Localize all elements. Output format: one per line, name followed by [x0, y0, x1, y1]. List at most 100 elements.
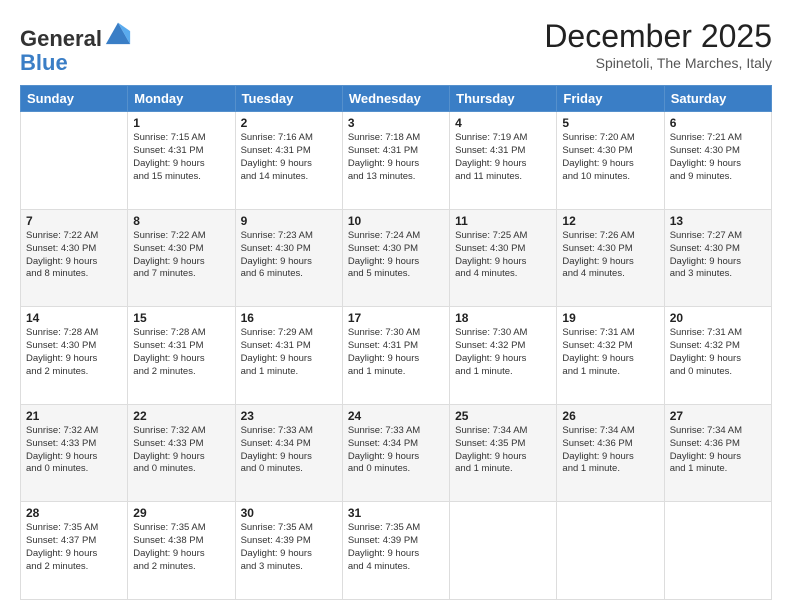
day-cell: 30Sunrise: 7:35 AM Sunset: 4:39 PM Dayli… [235, 502, 342, 600]
calendar-body: 1Sunrise: 7:15 AM Sunset: 4:31 PM Daylig… [21, 112, 772, 600]
day-info: Sunrise: 7:35 AM Sunset: 4:37 PM Dayligh… [26, 522, 122, 573]
day-info: Sunrise: 7:34 AM Sunset: 4:36 PM Dayligh… [562, 425, 658, 476]
day-info: Sunrise: 7:34 AM Sunset: 4:36 PM Dayligh… [670, 425, 766, 476]
day-info: Sunrise: 7:20 AM Sunset: 4:30 PM Dayligh… [562, 132, 658, 183]
day-info: Sunrise: 7:30 AM Sunset: 4:31 PM Dayligh… [348, 327, 444, 378]
day-info: Sunrise: 7:23 AM Sunset: 4:30 PM Dayligh… [241, 230, 337, 281]
title-block: December 2025 Spinetoli, The Marches, It… [544, 18, 772, 71]
day-info: Sunrise: 7:22 AM Sunset: 4:30 PM Dayligh… [26, 230, 122, 281]
day-number: 15 [133, 311, 229, 325]
day-cell: 17Sunrise: 7:30 AM Sunset: 4:31 PM Dayli… [342, 307, 449, 405]
day-number: 4 [455, 116, 551, 130]
logo-general: General [20, 26, 102, 51]
day-cell: 5 Sunrise: 7:20 AM Sunset: 4:30 PM Daylig… [557, 112, 664, 210]
day-cell: 15 Sunrise: 7:28 AM Sunset: 4:31 PM Dayli… [128, 307, 235, 405]
day-number: 12 [562, 214, 658, 228]
day-number: 6 [670, 116, 766, 130]
day-cell: 31Sunrise: 7:35 AM Sunset: 4:39 PM Dayli… [342, 502, 449, 600]
day-number: 10 [348, 214, 444, 228]
header-day-saturday: Saturday [664, 86, 771, 112]
month-title: December 2025 [544, 18, 772, 55]
day-cell: 28 Sunrise: 7:35 AM Sunset: 4:37 PM Dayli… [21, 502, 128, 600]
day-info: Sunrise: 7:19 AM Sunset: 4:31 PM Dayligh… [455, 132, 551, 183]
day-cell: 10 Sunrise: 7:24 AM Sunset: 4:30 PM Dayli… [342, 209, 449, 307]
week-row-0: 1Sunrise: 7:15 AM Sunset: 4:31 PM Daylig… [21, 112, 772, 210]
day-number: 28 [26, 506, 122, 520]
header-day-thursday: Thursday [450, 86, 557, 112]
day-cell [450, 502, 557, 600]
day-info: Sunrise: 7:24 AM Sunset: 4:30 PM Dayligh… [348, 230, 444, 281]
day-number: 21 [26, 409, 122, 423]
day-cell: 3Sunrise: 7:18 AM Sunset: 4:31 PM Daylig… [342, 112, 449, 210]
day-cell: 24 Sunrise: 7:33 AM Sunset: 4:34 PM Dayli… [342, 404, 449, 502]
day-number: 22 [133, 409, 229, 423]
week-row-3: 21 Sunrise: 7:32 AM Sunset: 4:33 PM Dayli… [21, 404, 772, 502]
day-number: 11 [455, 214, 551, 228]
day-cell: 19 Sunrise: 7:31 AM Sunset: 4:32 PM Dayli… [557, 307, 664, 405]
day-info: Sunrise: 7:21 AM Sunset: 4:30 PM Dayligh… [670, 132, 766, 183]
header-day-monday: Monday [128, 86, 235, 112]
day-number: 23 [241, 409, 337, 423]
day-cell [664, 502, 771, 600]
day-cell: 12Sunrise: 7:26 AM Sunset: 4:30 PM Dayli… [557, 209, 664, 307]
day-cell: 16 Sunrise: 7:29 AM Sunset: 4:31 PM Dayli… [235, 307, 342, 405]
day-cell: 7 Sunrise: 7:22 AM Sunset: 4:30 PM Daylig… [21, 209, 128, 307]
day-cell: 11 Sunrise: 7:25 AM Sunset: 4:30 PM Dayli… [450, 209, 557, 307]
day-info: Sunrise: 7:16 AM Sunset: 4:31 PM Dayligh… [241, 132, 337, 183]
calendar-header: SundayMondayTuesdayWednesdayThursdayFrid… [21, 86, 772, 112]
day-cell [21, 112, 128, 210]
logo-text: General Blue [20, 18, 132, 75]
header: General Blue December 2025 Spinetoli, Th… [20, 18, 772, 75]
day-info: Sunrise: 7:25 AM Sunset: 4:30 PM Dayligh… [455, 230, 551, 281]
header-day-friday: Friday [557, 86, 664, 112]
day-cell: 4 Sunrise: 7:19 AM Sunset: 4:31 PM Daylig… [450, 112, 557, 210]
day-number: 1 [133, 116, 229, 130]
day-number: 2 [241, 116, 337, 130]
day-info: Sunrise: 7:22 AM Sunset: 4:30 PM Dayligh… [133, 230, 229, 281]
day-info: Sunrise: 7:32 AM Sunset: 4:33 PM Dayligh… [26, 425, 122, 476]
day-number: 18 [455, 311, 551, 325]
header-row: SundayMondayTuesdayWednesdayThursdayFrid… [21, 86, 772, 112]
day-cell: 27Sunrise: 7:34 AM Sunset: 4:36 PM Dayli… [664, 404, 771, 502]
day-info: Sunrise: 7:35 AM Sunset: 4:38 PM Dayligh… [133, 522, 229, 573]
location-subtitle: Spinetoli, The Marches, Italy [544, 55, 772, 71]
day-info: Sunrise: 7:28 AM Sunset: 4:31 PM Dayligh… [133, 327, 229, 378]
day-info: Sunrise: 7:30 AM Sunset: 4:32 PM Dayligh… [455, 327, 551, 378]
header-day-sunday: Sunday [21, 86, 128, 112]
day-info: Sunrise: 7:32 AM Sunset: 4:33 PM Dayligh… [133, 425, 229, 476]
day-info: Sunrise: 7:29 AM Sunset: 4:31 PM Dayligh… [241, 327, 337, 378]
day-cell: 18 Sunrise: 7:30 AM Sunset: 4:32 PM Dayli… [450, 307, 557, 405]
day-number: 25 [455, 409, 551, 423]
day-cell: 13 Sunrise: 7:27 AM Sunset: 4:30 PM Dayli… [664, 209, 771, 307]
header-day-wednesday: Wednesday [342, 86, 449, 112]
day-cell: 1Sunrise: 7:15 AM Sunset: 4:31 PM Daylig… [128, 112, 235, 210]
day-number: 20 [670, 311, 766, 325]
day-number: 9 [241, 214, 337, 228]
day-cell: 9 Sunrise: 7:23 AM Sunset: 4:30 PM Daylig… [235, 209, 342, 307]
day-number: 16 [241, 311, 337, 325]
day-cell: 22 Sunrise: 7:32 AM Sunset: 4:33 PM Dayli… [128, 404, 235, 502]
day-number: 7 [26, 214, 122, 228]
day-number: 3 [348, 116, 444, 130]
day-number: 13 [670, 214, 766, 228]
day-cell: 6 Sunrise: 7:21 AM Sunset: 4:30 PM Daylig… [664, 112, 771, 210]
page: General Blue December 2025 Spinetoli, Th… [0, 0, 792, 612]
day-info: Sunrise: 7:34 AM Sunset: 4:35 PM Dayligh… [455, 425, 551, 476]
day-number: 14 [26, 311, 122, 325]
day-cell: 2 Sunrise: 7:16 AM Sunset: 4:31 PM Daylig… [235, 112, 342, 210]
day-number: 29 [133, 506, 229, 520]
day-number: 24 [348, 409, 444, 423]
day-info: Sunrise: 7:27 AM Sunset: 4:30 PM Dayligh… [670, 230, 766, 281]
day-info: Sunrise: 7:33 AM Sunset: 4:34 PM Dayligh… [348, 425, 444, 476]
day-cell: 23Sunrise: 7:33 AM Sunset: 4:34 PM Dayli… [235, 404, 342, 502]
day-cell [557, 502, 664, 600]
week-row-1: 7 Sunrise: 7:22 AM Sunset: 4:30 PM Daylig… [21, 209, 772, 307]
day-info: Sunrise: 7:31 AM Sunset: 4:32 PM Dayligh… [670, 327, 766, 378]
logo: General Blue [20, 18, 132, 75]
day-cell: 14Sunrise: 7:28 AM Sunset: 4:30 PM Dayli… [21, 307, 128, 405]
day-info: Sunrise: 7:31 AM Sunset: 4:32 PM Dayligh… [562, 327, 658, 378]
week-row-2: 14Sunrise: 7:28 AM Sunset: 4:30 PM Dayli… [21, 307, 772, 405]
day-number: 5 [562, 116, 658, 130]
day-number: 19 [562, 311, 658, 325]
day-number: 8 [133, 214, 229, 228]
